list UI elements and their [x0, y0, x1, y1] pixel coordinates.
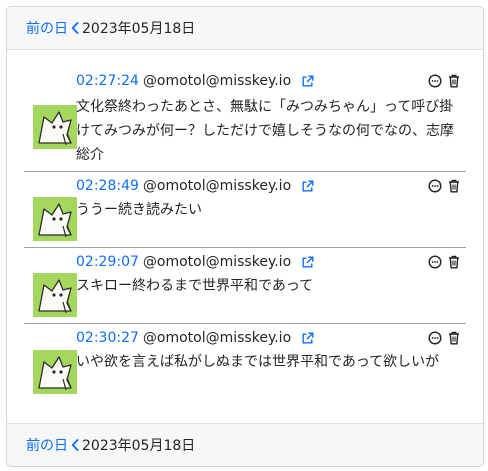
- quote-icon[interactable]: [428, 74, 442, 88]
- post-text: ううー続き読みたい: [76, 202, 202, 218]
- daily-posts-card: 前の日 2023年05月18日 02:27:24 @omotol@misskey…: [6, 6, 484, 467]
- post-time-link[interactable]: 02:28:49: [76, 176, 139, 196]
- trash-icon[interactable]: [448, 255, 460, 269]
- quote-icon[interactable]: [428, 331, 442, 345]
- chevron-left-icon[interactable]: [71, 439, 79, 451]
- chevron-left-icon[interactable]: [71, 22, 79, 34]
- post-actions: [428, 179, 460, 193]
- post-time-link[interactable]: 02:29:07: [76, 252, 139, 272]
- current-date: 2023年05月18日: [82, 438, 196, 454]
- post-meta: 02:29:07 @omotol@misskey.io: [76, 252, 314, 272]
- previous-day-link[interactable]: 前の日: [26, 435, 68, 455]
- post-text: いや欲を言えば私がしぬまでは世界平和であって欲しいが: [76, 354, 440, 370]
- post-item: 02:29:07 @omotol@misskey.io スキロー終わるまで世界平…: [24, 248, 466, 324]
- post-list: 02:27:24 @omotol@misskey.io 文化祭終わったあとさ、無…: [24, 67, 466, 404]
- post-time-link[interactable]: 02:27:24: [76, 71, 139, 91]
- day-navigation-top: 前の日 2023年05月18日: [7, 7, 483, 50]
- previous-day-link[interactable]: 前の日: [26, 18, 68, 38]
- post-meta: 02:28:49 @omotol@misskey.io: [76, 176, 314, 196]
- quote-icon[interactable]: [428, 255, 442, 269]
- avatar: [33, 350, 77, 394]
- avatar: [33, 273, 77, 317]
- external-link-icon[interactable]: [301, 332, 314, 345]
- post-text: 文化祭終わったあとさ、無駄に「みつみちゃん」って呼び掛けてみつみが何ー？しただけ…: [76, 99, 454, 163]
- trash-icon[interactable]: [448, 74, 460, 88]
- post-item: 02:30:27 @omotol@misskey.io いや欲を言えば私がしぬま…: [24, 324, 466, 404]
- avatar: [33, 197, 77, 241]
- external-link-icon[interactable]: [301, 75, 314, 88]
- post-time-link[interactable]: 02:30:27: [76, 328, 139, 348]
- day-navigation-bottom: 前の日 2023年05月18日: [7, 423, 483, 466]
- post-meta: 02:27:24 @omotol@misskey.io: [76, 71, 314, 91]
- trash-icon[interactable]: [448, 179, 460, 193]
- post-actions: [428, 331, 460, 345]
- trash-icon[interactable]: [448, 331, 460, 345]
- post-username: @omotol@misskey.io: [142, 178, 292, 194]
- post-actions: [428, 74, 460, 88]
- post-actions: [428, 255, 460, 269]
- post-username: @omotol@misskey.io: [142, 330, 292, 346]
- post-text: スキロー終わるまで世界平和であって: [76, 278, 314, 294]
- post-meta: 02:30:27 @omotol@misskey.io: [76, 328, 314, 348]
- external-link-icon[interactable]: [301, 180, 314, 193]
- external-link-icon[interactable]: [301, 256, 314, 269]
- post-item: 02:27:24 @omotol@misskey.io 文化祭終わったあとさ、無…: [24, 67, 466, 172]
- current-date: 2023年05月18日: [82, 21, 196, 37]
- avatar: [33, 105, 77, 149]
- post-username: @omotol@misskey.io: [142, 73, 292, 89]
- quote-icon[interactable]: [428, 179, 442, 193]
- post-item: 02:28:49 @omotol@misskey.io ううー続き読みたい: [24, 172, 466, 248]
- post-username: @omotol@misskey.io: [142, 254, 292, 270]
